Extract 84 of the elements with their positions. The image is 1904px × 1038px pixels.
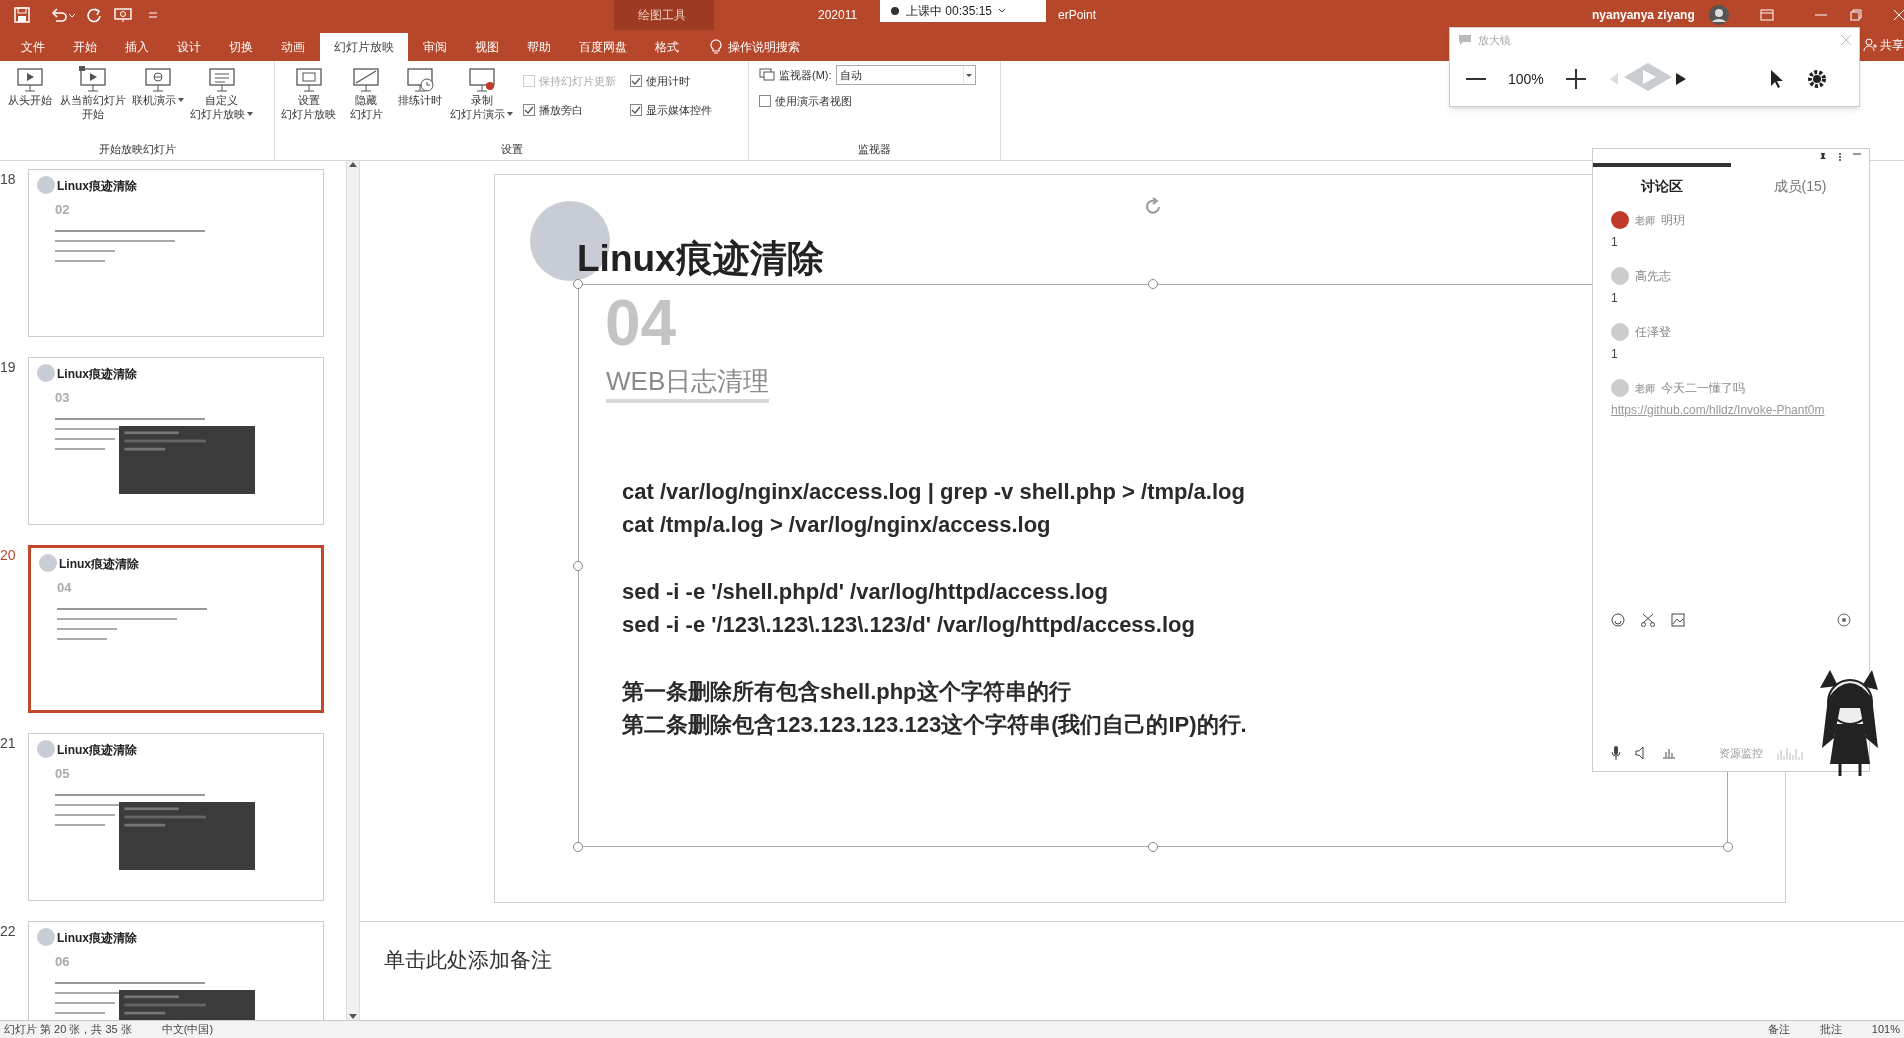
slide-thumbnail[interactable]: Linux痕迹清除 03 bbox=[28, 357, 324, 525]
ribbon-tab[interactable]: 设计 bbox=[164, 33, 214, 61]
ribbon-tab[interactable]: 格式 bbox=[642, 33, 692, 61]
slide-thumbnail[interactable]: Linux痕迹清除 02 bbox=[28, 169, 324, 337]
thumbnail-title: Linux痕迹清除 bbox=[57, 178, 137, 195]
thumbnail-section: 03 bbox=[55, 388, 70, 408]
ribbon-button[interactable]: 隐藏 幻灯片 bbox=[340, 65, 392, 121]
user-name[interactable]: nyanyanya ziyang bbox=[1592, 6, 1695, 24]
tell-me-search[interactable]: 操作说明搜索 bbox=[728, 38, 800, 56]
ribbon-tab[interactable]: 审阅 bbox=[410, 33, 460, 61]
slide-thumbnail[interactable]: Linux痕迹清除 06 bbox=[28, 921, 324, 1020]
group-label: 监视器 bbox=[857, 141, 892, 157]
chat-tab[interactable]: 成员(15) bbox=[1731, 163, 1869, 199]
ribbon-tab[interactable]: 动画 bbox=[268, 33, 318, 61]
app-title: erPoint bbox=[1058, 7, 1097, 24]
message-text: 1 bbox=[1611, 234, 1619, 251]
sender-name: 任泽登 bbox=[1635, 324, 1671, 341]
notes-placeholder[interactable]: 单击此处添加备注 bbox=[384, 948, 552, 971]
ribbon-tab[interactable]: 文件 bbox=[8, 33, 58, 61]
code-line: cat /var/log/nginx/access.log | grep -v shell.php > /tmp/a.log bbox=[622, 478, 1246, 506]
ribbon-button[interactable]: 联机演示 bbox=[130, 65, 186, 107]
slide-number: 21 bbox=[0, 734, 17, 753]
code-line: sed -i -e '/shell.php/d' /var/log/httpd/access.log bbox=[622, 578, 1109, 606]
checkbox-label[interactable]: 显示媒体控件 bbox=[646, 101, 712, 118]
ribbon-tab[interactable]: 帮助 bbox=[514, 33, 564, 61]
recording-time: 上课中 00:35:15 bbox=[906, 3, 993, 20]
ribbon-button[interactable]: 自定义 幻灯片放映 bbox=[188, 65, 255, 121]
ribbon-button[interactable]: 从头开始 bbox=[4, 65, 56, 107]
status-button[interactable]: 101% bbox=[1871, 1021, 1900, 1038]
thumbnail-title: Linux痕迹清除 bbox=[57, 742, 137, 759]
ribbon-tab[interactable]: 百度网盘 bbox=[566, 33, 640, 61]
thumbnail-title: Linux痕迹清除 bbox=[57, 930, 137, 947]
monitor-label: 监视器(M): bbox=[779, 67, 832, 83]
status-text: 中文(中国) bbox=[161, 1022, 214, 1038]
ribbon-tab[interactable]: 插入 bbox=[112, 33, 162, 61]
code-line: cat /tmp/a.log > /var/log/nginx/access.log bbox=[622, 511, 1052, 539]
code-line: sed -i -e '/123\.123\.123\.123/d' /var/log/httpd/access.log bbox=[622, 611, 1196, 639]
thumbnail-section: 05 bbox=[55, 764, 70, 784]
ribbon-tab[interactable]: 幻灯片放映 bbox=[320, 33, 408, 61]
message-text: 1 bbox=[1611, 346, 1619, 363]
role-label: 老师 bbox=[1635, 381, 1655, 396]
ribbon-tab[interactable]: 视图 bbox=[462, 33, 512, 61]
zoom-level: 100% bbox=[1508, 69, 1544, 89]
status-text: 幻灯片 第 20 张，共 35 张 bbox=[4, 1022, 132, 1038]
ribbon-button[interactable]: 从当前幻灯片 开始 bbox=[58, 65, 128, 121]
ribbon-button[interactable]: 录制 幻灯片演示 bbox=[448, 65, 515, 121]
slide-number: 20 bbox=[0, 546, 17, 565]
thumbnail-title: Linux痕迹清除 bbox=[57, 366, 137, 383]
checkbox-label[interactable]: 使用演示者视图 bbox=[775, 93, 852, 110]
ribbon-tab[interactable]: 切换 bbox=[216, 33, 266, 61]
slide-number: 18 bbox=[0, 170, 17, 189]
role-label: 老师 bbox=[1635, 213, 1655, 228]
status-button[interactable]: 批注 bbox=[1819, 1021, 1842, 1038]
message-text: 1 bbox=[1611, 290, 1619, 307]
thumbnail-section: 06 bbox=[55, 952, 70, 972]
share-button[interactable]: 共享 bbox=[1880, 36, 1904, 54]
slide-thumbnail[interactable]: Linux痕迹清除 05 bbox=[28, 733, 324, 901]
ribbon-button[interactable]: 设置 幻灯片放映 bbox=[279, 65, 338, 121]
thumbnail-section: 04 bbox=[57, 578, 72, 598]
code-line: 第二条删除包含123.123.123.123这个字符串(我们自己的IP)的行. bbox=[622, 711, 1247, 739]
section-number: 04 bbox=[605, 286, 677, 361]
slide-number: 22 bbox=[0, 922, 17, 941]
slide-number: 19 bbox=[0, 358, 17, 377]
sender-name: 高先志 bbox=[1635, 268, 1671, 285]
ribbon-tab[interactable]: 开始 bbox=[60, 33, 110, 61]
checkbox-label[interactable]: 播放旁白 bbox=[539, 101, 583, 118]
slide-thumbnail[interactable]: Linux痕迹清除 04 bbox=[28, 545, 324, 713]
message-text: 今天二一懂了吗 bbox=[1661, 380, 1745, 397]
monitor-dropdown[interactable]: 自动 bbox=[835, 65, 976, 85]
document-title: 202011 bbox=[818, 7, 858, 24]
chat-tab[interactable]: 讨论区 bbox=[1593, 163, 1731, 199]
slide-title: Linux痕迹清除 bbox=[577, 237, 824, 281]
thumbnail-section: 02 bbox=[55, 200, 70, 220]
context-tab-label: 绘图工具 bbox=[638, 7, 686, 24]
group-label: 开始放映幻灯片 bbox=[97, 141, 177, 157]
ribbon-button[interactable]: 排练计时 bbox=[394, 65, 446, 107]
window-title: 放大镜 bbox=[1478, 32, 1511, 48]
section-subtitle: WEB日志清理 bbox=[606, 365, 770, 403]
code-line: 第一条删除所有包含shell.php这个字符串的行 bbox=[622, 678, 1072, 706]
group-label: 设置 bbox=[499, 141, 524, 157]
checkbox-label[interactable]: 使用计时 bbox=[646, 73, 690, 90]
sender-name: 明玥 bbox=[1661, 212, 1685, 229]
status-button[interactable]: 备注 bbox=[1767, 1021, 1790, 1038]
thumbnail-title: Linux痕迹清除 bbox=[59, 556, 139, 573]
